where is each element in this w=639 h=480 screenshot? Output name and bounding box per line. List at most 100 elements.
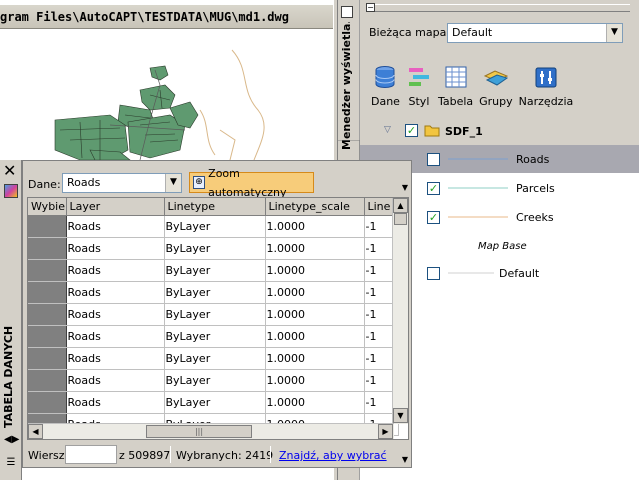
panel-grip[interactable]: −: [366, 3, 630, 12]
root-checkbox[interactable]: ✓: [405, 124, 418, 137]
table-cell: Roads: [66, 347, 165, 370]
row-select-cell[interactable]: [28, 215, 67, 238]
row-number-input[interactable]: [65, 445, 117, 464]
layer-label-creeks: Creeks: [516, 211, 554, 224]
tree-root-row[interactable]: ▽ ✓ SDF_1: [360, 117, 639, 145]
minimize-icon[interactable]: −: [366, 3, 375, 12]
layer-line-creeks: [448, 216, 508, 218]
table-row[interactable]: RoadsByLayer1.0000-1: [28, 391, 399, 414]
tool-style-button[interactable]: Styl: [403, 60, 435, 108]
tool-groups-button[interactable]: Grupy: [476, 60, 516, 108]
row-select-cell[interactable]: [28, 237, 67, 260]
table-cell: Roads: [66, 281, 165, 304]
table-row[interactable]: RoadsByLayer1.0000-1: [28, 325, 399, 348]
find-to-select-link[interactable]: Znajdź, aby wybrać: [279, 449, 387, 462]
current-map-label: Bieżąca mapa:: [369, 26, 451, 39]
panel-tab-edge: [338, 140, 360, 160]
table-cell: Roads: [66, 259, 165, 282]
column-header[interactable]: Wybier: [28, 198, 67, 216]
tool-table-button[interactable]: Tabela: [435, 60, 476, 108]
table-cell: Roads: [66, 215, 165, 238]
data-source-select[interactable]: Roads ▼: [62, 173, 182, 193]
table-cell: 1.0000: [265, 303, 365, 326]
table-row[interactable]: RoadsByLayer1.0000-1: [28, 303, 399, 326]
layer-checkbox-default[interactable]: [427, 267, 440, 280]
creek-line: [199, 109, 216, 156]
row-select-cell[interactable]: [28, 391, 67, 414]
row-select-cell[interactable]: [28, 369, 67, 392]
chevron-down-icon[interactable]: ▼: [165, 174, 181, 192]
current-map-value: Default: [452, 26, 493, 39]
properties-icon[interactable]: [4, 184, 18, 198]
scroll-thumb-horizontal[interactable]: |||: [146, 425, 252, 438]
table-cell: Roads: [66, 325, 165, 348]
table-row[interactable]: RoadsByLayer1.0000-1: [28, 215, 399, 238]
chevron-down-icon[interactable]: ▼: [606, 24, 622, 42]
table-row[interactable]: RoadsByLayer1.0000-1: [28, 281, 399, 304]
current-map-select[interactable]: Default ▼: [447, 23, 623, 43]
menu-icon[interactable]: ☰: [4, 457, 18, 469]
table-cell: Roads: [66, 391, 165, 414]
column-header[interactable]: Linetype: [164, 198, 266, 216]
scroll-up-icon[interactable]: ▲: [393, 198, 408, 213]
dock-arrows-icon[interactable]: ◀▶: [4, 434, 19, 446]
row-select-cell[interactable]: [28, 259, 67, 282]
table-cell: ByLayer: [164, 215, 266, 238]
overflow-chevron-icon[interactable]: ▼: [402, 183, 408, 192]
table-cell: Roads: [66, 237, 165, 260]
layer-checkbox-roads[interactable]: [427, 153, 440, 166]
layer-line-parcels: [448, 187, 508, 189]
collapse-icon[interactable]: ▽: [384, 125, 391, 135]
tool-data-label: Dane: [371, 95, 400, 108]
column-header[interactable]: Linetype_scale: [265, 198, 365, 216]
row-select-cell[interactable]: [28, 325, 67, 348]
tool-groups-label: Grupy: [479, 95, 513, 108]
map-canvas[interactable]: [0, 30, 333, 180]
table-cell: ByLayer: [164, 347, 266, 370]
scroll-right-icon[interactable]: ▶: [378, 424, 393, 439]
table-cell: ByLayer: [164, 303, 266, 326]
data-table: Wybier Layer Linetype Linetype_scale Lin…: [28, 198, 399, 436]
scroll-left-icon[interactable]: ◀: [28, 424, 43, 439]
column-header[interactable]: Layer: [66, 198, 165, 216]
data-table-title: TABELA DANYCH: [2, 325, 15, 428]
close-icon[interactable]: ✕: [3, 163, 16, 179]
layer-checkbox-creeks[interactable]: ✓: [427, 211, 440, 224]
row-select-cell[interactable]: [28, 347, 67, 370]
table-row[interactable]: RoadsByLayer1.0000-1: [28, 347, 399, 370]
table-row[interactable]: RoadsByLayer1.0000-1: [28, 259, 399, 282]
tool-tools-button[interactable]: Narzędzia: [516, 60, 577, 108]
layer-label-default: Default: [499, 267, 540, 280]
overflow-chevron-icon[interactable]: ▼: [402, 455, 408, 464]
status-bar: Wiersz z 509897 Wybranych: 2419 Znajdź, …: [23, 443, 411, 467]
table-cell: ByLayer: [164, 237, 266, 260]
scroll-thumb[interactable]: [394, 213, 407, 225]
groups-icon: [483, 70, 509, 86]
table-cell: 1.0000: [265, 325, 365, 348]
table-row[interactable]: RoadsByLayer1.0000-1: [28, 369, 399, 392]
database-icon: [375, 66, 395, 88]
map-manager-toolbar: Dane Styl Tabela Grupy Narzędzia: [368, 60, 636, 108]
root-label: SDF_1: [445, 125, 483, 138]
row-label: Wiersz: [28, 449, 65, 462]
tool-data-button[interactable]: Dane: [368, 60, 403, 108]
vertical-scrollbar[interactable]: ▲ ▼: [392, 198, 408, 424]
parcels: [54, 65, 199, 161]
panel-toggle-box[interactable]: [341, 6, 353, 18]
table-cell: ByLayer: [164, 259, 266, 282]
data-source-value: Roads: [67, 176, 101, 189]
table-cell: 1.0000: [265, 237, 365, 260]
horizontal-scrollbar[interactable]: ◀ ||| ▶: [28, 423, 394, 439]
table-cell: 1.0000: [265, 369, 365, 392]
table-row[interactable]: RoadsByLayer1.0000-1: [28, 237, 399, 260]
layer-line-roads: [448, 158, 508, 160]
layer-checkbox-parcels[interactable]: ✓: [427, 182, 440, 195]
row-select-cell[interactable]: [28, 303, 67, 326]
scroll-down-icon[interactable]: ▼: [393, 408, 408, 423]
zoom-auto-button[interactable]: ⊕ Zoom automatyczny: [189, 167, 314, 199]
row-select-cell[interactable]: [28, 281, 67, 304]
creek-line: [231, 49, 265, 161]
tool-style-label: Styl: [408, 95, 430, 108]
header-row: Wybier Layer Linetype Linetype_scale Lin…: [28, 198, 399, 216]
zoom-auto-label: Zoom automatyczny: [208, 166, 287, 199]
